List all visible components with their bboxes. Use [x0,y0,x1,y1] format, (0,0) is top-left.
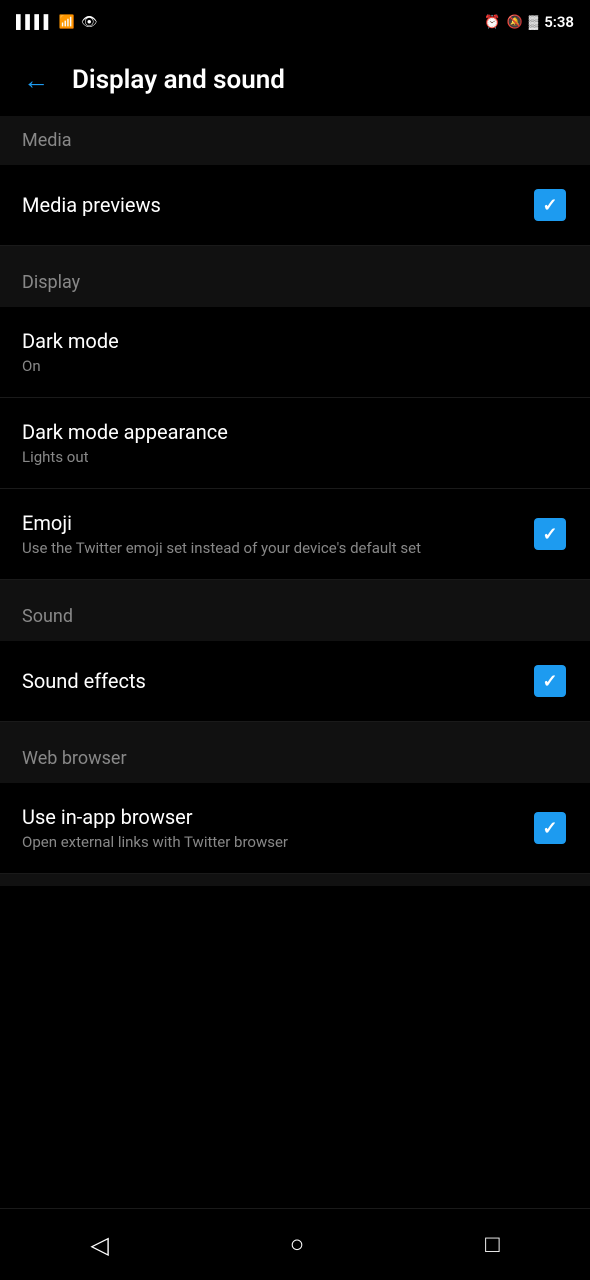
divider-after-display [0,580,590,592]
status-bar: ▌▌▌▌ 📶 👁 ⏰ 🔕 ▓ 5:38 [0,0,590,44]
setting-title-in-app-browser: Use in-app browser [22,805,516,829]
section-header-web-browser: Web browser [0,734,590,783]
setting-subtitle-dark-mode-appearance: Lights out [22,448,552,466]
checkbox-sound-effects[interactable]: ✓ [532,663,568,699]
setting-content-emoji: Emoji Use the Twitter emoji set instead … [22,511,532,557]
divider-after-sound [0,722,590,734]
setting-content-dark-mode-appearance: Dark mode appearance Lights out [22,420,568,466]
alarm-icon: ⏰ [484,15,500,30]
setting-title-emoji: Emoji [22,511,516,535]
setting-content-in-app-browser: Use in-app browser Open external links w… [22,805,532,851]
mute-icon: 🔕 [507,15,523,30]
checkbox-in-app-browser[interactable]: ✓ [532,810,568,846]
setting-row-media-previews[interactable]: Media previews ✓ [0,165,590,246]
checkmark-in-app-browser: ✓ [542,818,557,839]
nav-home-icon[interactable]: ○ [290,1230,305,1259]
setting-row-dark-mode[interactable]: Dark mode On [0,307,590,398]
setting-title-media-previews: Media previews [22,193,516,217]
setting-row-in-app-browser[interactable]: Use in-app browser Open external links w… [0,783,590,874]
back-button[interactable]: ← [16,60,56,100]
setting-title-dark-mode-appearance: Dark mode appearance [22,420,552,444]
checkmark-media-previews: ✓ [542,195,557,216]
setting-subtitle-dark-mode: On [22,357,552,375]
time-display: 5:38 [544,13,574,31]
wifi-icon: 📶 [59,15,75,30]
section-header-media: Media [0,116,590,165]
status-left: ▌▌▌▌ 📶 👁 [16,14,98,30]
setting-content-media-previews: Media previews [22,193,532,217]
divider-after-media [0,246,590,258]
nav-back-icon[interactable]: ◁ [90,1231,108,1259]
setting-content-dark-mode: Dark mode On [22,329,568,375]
settings-content: Media Media previews ✓ Display Dark mode… [0,116,590,958]
setting-row-dark-mode-appearance[interactable]: Dark mode appearance Lights out [0,398,590,489]
checkbox-checked-sound-effects: ✓ [534,665,566,697]
checkbox-media-previews[interactable]: ✓ [532,187,568,223]
setting-subtitle-in-app-browser: Open external links with Twitter browser [22,833,516,851]
nav-recents-icon[interactable]: □ [485,1230,500,1259]
section-header-display: Display [0,258,590,307]
battery-icon: ▓ [529,14,538,30]
checkbox-checked-in-app-browser: ✓ [534,812,566,844]
setting-title-dark-mode: Dark mode [22,329,552,353]
checkmark-sound-effects: ✓ [542,671,557,692]
status-right: ⏰ 🔕 ▓ 5:38 [484,13,574,31]
setting-subtitle-emoji: Use the Twitter emoji set instead of you… [22,539,516,557]
navigation-bar: ◁ ○ □ [0,1208,590,1280]
page-title: Display and sound [72,65,285,95]
divider-after-web-browser [0,874,590,886]
top-bar: ← Display and sound [0,44,590,116]
setting-content-sound-effects: Sound effects [22,669,532,693]
checkbox-checked-media-previews: ✓ [534,189,566,221]
signal-icon: ▌▌▌▌ [16,14,53,30]
setting-row-sound-effects[interactable]: Sound effects ✓ [0,641,590,722]
checkbox-checked-emoji: ✓ [534,518,566,550]
section-header-sound: Sound [0,592,590,641]
setting-row-emoji[interactable]: Emoji Use the Twitter emoji set instead … [0,489,590,580]
back-arrow-icon: ← [23,65,49,96]
checkbox-emoji[interactable]: ✓ [532,516,568,552]
checkmark-emoji: ✓ [542,524,557,545]
eye-icon: 👁 [81,15,98,30]
setting-title-sound-effects: Sound effects [22,669,516,693]
